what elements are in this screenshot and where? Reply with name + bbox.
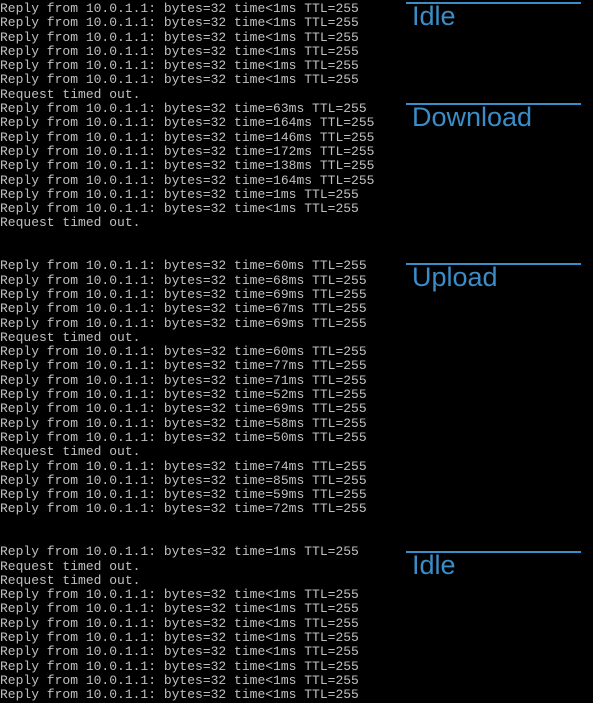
terminal-line: Reply from 10.0.1.1: bytes=32 time=59ms …	[0, 488, 593, 502]
terminal-line: Reply from 10.0.1.1: bytes=32 time=60ms …	[0, 259, 593, 273]
terminal-line: Reply from 10.0.1.1: bytes=32 time=52ms …	[0, 388, 593, 402]
terminal-line: Reply from 10.0.1.1: bytes=32 time<1ms T…	[0, 73, 593, 87]
terminal-line: Request timed out.	[0, 216, 593, 230]
section-label: Upload	[412, 263, 498, 293]
terminal-line	[0, 245, 593, 259]
terminal-line: Reply from 10.0.1.1: bytes=32 time=77ms …	[0, 359, 593, 373]
terminal-line: Reply from 10.0.1.1: bytes=32 time=1ms T…	[0, 188, 593, 202]
terminal-line: Reply from 10.0.1.1: bytes=32 time=71ms …	[0, 374, 593, 388]
terminal-line: Reply from 10.0.1.1: bytes=32 time=172ms…	[0, 145, 593, 159]
terminal-line: Request timed out.	[0, 574, 593, 588]
terminal-line: Reply from 10.0.1.1: bytes=32 time=138ms…	[0, 159, 593, 173]
terminal-line: Reply from 10.0.1.1: bytes=32 time<1ms T…	[0, 31, 593, 45]
terminal-line: Reply from 10.0.1.1: bytes=32 time=60ms …	[0, 345, 593, 359]
terminal-line: Reply from 10.0.1.1: bytes=32 time=164ms…	[0, 174, 593, 188]
terminal-line: Reply from 10.0.1.1: bytes=32 time=85ms …	[0, 474, 593, 488]
terminal-line: Reply from 10.0.1.1: bytes=32 time<1ms T…	[0, 202, 593, 216]
terminal-line: Reply from 10.0.1.1: bytes=32 time=58ms …	[0, 417, 593, 431]
terminal-line: Reply from 10.0.1.1: bytes=32 time<1ms T…	[0, 59, 593, 73]
terminal-line: Reply from 10.0.1.1: bytes=32 time<1ms T…	[0, 674, 593, 688]
terminal-line: Reply from 10.0.1.1: bytes=32 time<1ms T…	[0, 588, 593, 602]
terminal-line: Request timed out.	[0, 331, 593, 345]
terminal-line: Reply from 10.0.1.1: bytes=32 time=67ms …	[0, 302, 593, 316]
terminal-line: Reply from 10.0.1.1: bytes=32 time<1ms T…	[0, 602, 593, 616]
terminal-line: Reply from 10.0.1.1: bytes=32 time=69ms …	[0, 317, 593, 331]
terminal-line: Reply from 10.0.1.1: bytes=32 time=74ms …	[0, 460, 593, 474]
terminal-line: Request timed out.	[0, 560, 593, 574]
terminal-line: Reply from 10.0.1.1: bytes=32 time=72ms …	[0, 502, 593, 516]
terminal-line: Reply from 10.0.1.1: bytes=32 time<1ms T…	[0, 16, 593, 30]
terminal-line: Reply from 10.0.1.1: bytes=32 time<1ms T…	[0, 645, 593, 659]
terminal-line	[0, 531, 593, 545]
terminal-line: Reply from 10.0.1.1: bytes=32 time<1ms T…	[0, 688, 593, 702]
terminal-line	[0, 517, 593, 531]
terminal-line: Reply from 10.0.1.1: bytes=32 time=69ms …	[0, 402, 593, 416]
section-label: Idle	[412, 551, 456, 581]
section-label: Idle	[412, 2, 456, 32]
terminal-line: Reply from 10.0.1.1: bytes=32 time=146ms…	[0, 131, 593, 145]
terminal-line: Reply from 10.0.1.1: bytes=32 time<1ms T…	[0, 631, 593, 645]
section-label: Download	[412, 103, 532, 133]
terminal-line: Reply from 10.0.1.1: bytes=32 time=69ms …	[0, 288, 593, 302]
terminal-line: Reply from 10.0.1.1: bytes=32 time=50ms …	[0, 431, 593, 445]
terminal-line: Reply from 10.0.1.1: bytes=32 time<1ms T…	[0, 660, 593, 674]
terminal-line: Reply from 10.0.1.1: bytes=32 time<1ms T…	[0, 2, 593, 16]
terminal-line: Reply from 10.0.1.1: bytes=32 time<1ms T…	[0, 617, 593, 631]
terminal-line: Request timed out.	[0, 445, 593, 459]
terminal-line: Request timed out.	[0, 88, 593, 102]
terminal-line	[0, 231, 593, 245]
terminal-line: Reply from 10.0.1.1: bytes=32 time=68ms …	[0, 274, 593, 288]
terminal-line: Reply from 10.0.1.1: bytes=32 time<1ms T…	[0, 45, 593, 59]
